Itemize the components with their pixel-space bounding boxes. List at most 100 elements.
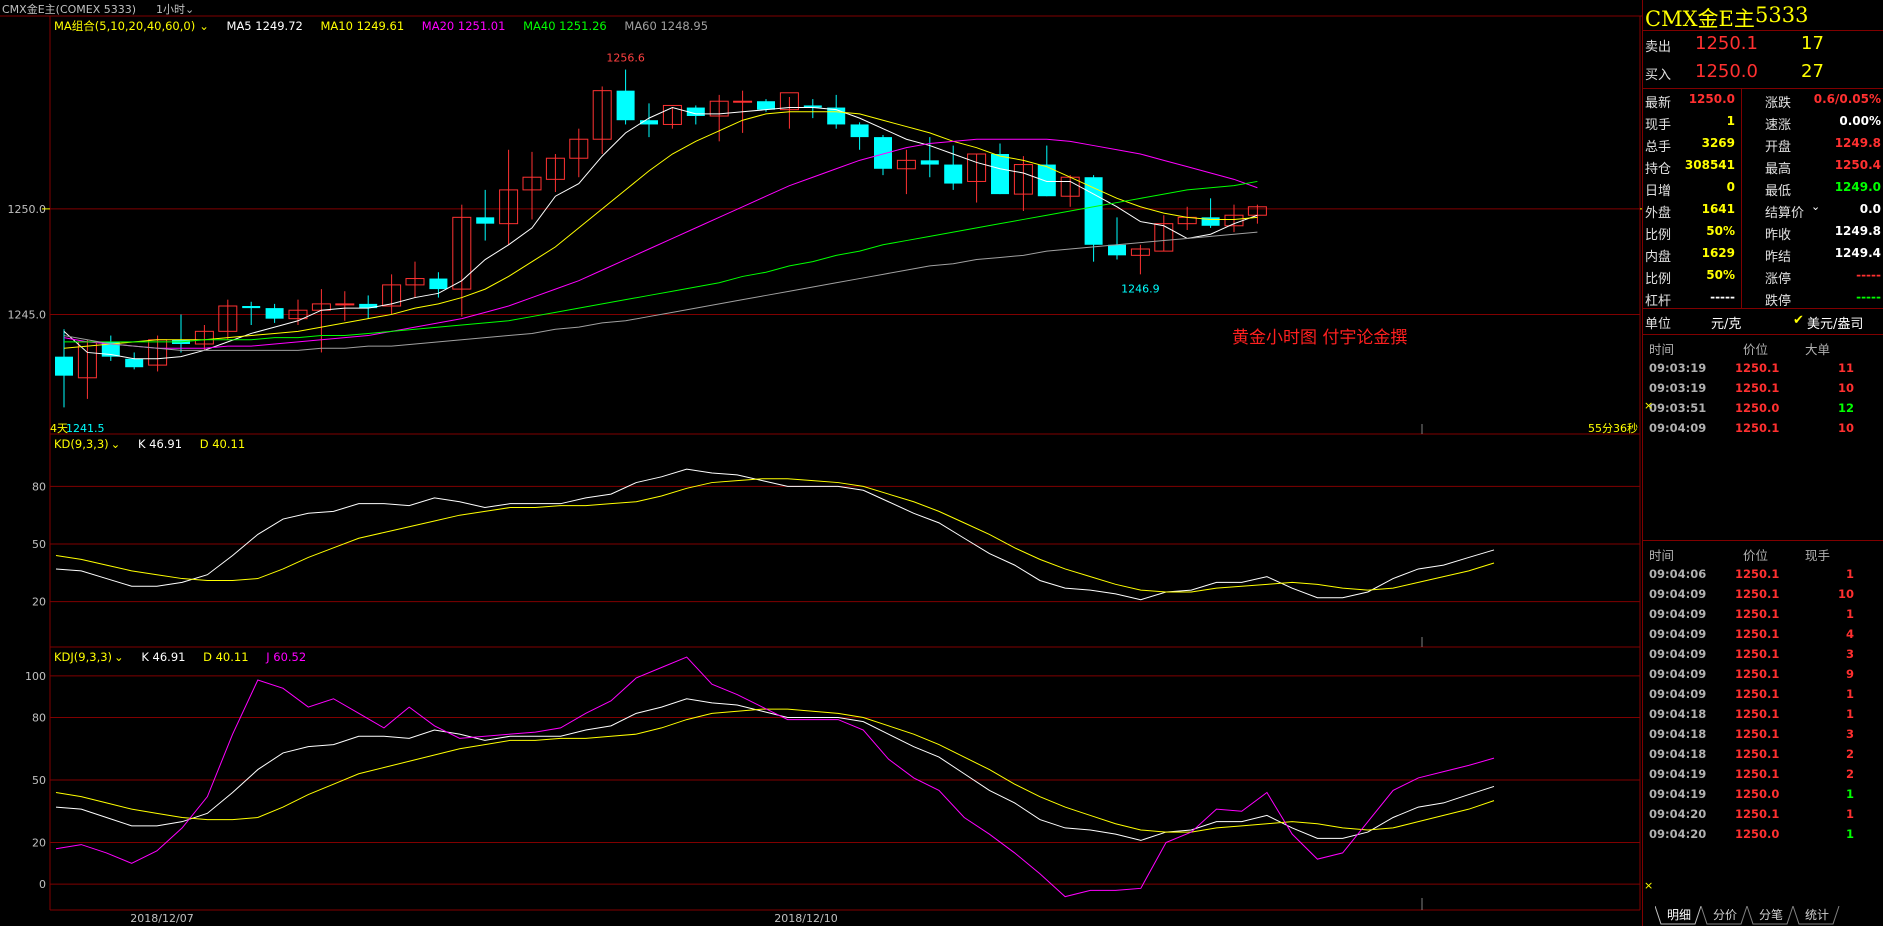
row-price: 1250.1 — [1735, 687, 1780, 701]
y-tick-label: 80 — [32, 480, 46, 493]
unit-yuan-option[interactable]: 元/克 — [1711, 313, 1741, 332]
unit-usd-option[interactable]: 美元/盎司 — [1807, 313, 1863, 332]
kd-d-value: D 40.11 — [199, 437, 246, 451]
table-row[interactable]: 09:04:19 1250.0 1 — [1643, 785, 1883, 805]
candle-down — [757, 101, 775, 110]
table-row[interactable]: 09:03:19 1250.1 10 — [1643, 379, 1883, 399]
tab-statistics[interactable]: 统计 — [1797, 906, 1837, 925]
candle-down — [874, 137, 892, 169]
stat-label: 结算价 — [1765, 206, 1805, 221]
row-volume: 1 — [1845, 687, 1854, 701]
row-time: 09:04:19 — [1649, 767, 1707, 781]
y-tick-label: 1250.0 — [8, 203, 47, 216]
row-time: 09:04:18 — [1649, 727, 1707, 741]
bid-label: 买入 — [1645, 68, 1672, 83]
y-tick-label: 1245.0 — [8, 308, 47, 321]
row-price: 1250.0 — [1735, 401, 1780, 415]
stat-value: 1249.0 — [1834, 180, 1881, 194]
table-row[interactable]: 09:04:20 1250.1 1 — [1643, 805, 1883, 825]
row-time: 09:04:19 — [1649, 787, 1707, 801]
stat-value: ----- — [1856, 268, 1881, 282]
quote-stat-row: 杠杆 ----- 跌停 ----- — [1645, 287, 1883, 309]
tab-price-distribution[interactable]: 分价 — [1705, 906, 1745, 925]
header-volume: 大单 — [1805, 342, 1831, 357]
stat-label: 最低 — [1765, 184, 1792, 199]
stat-label: 开盘 — [1765, 140, 1792, 155]
x-tick-label: 2018/12/10 — [774, 912, 837, 925]
row-time: 09:04:09 — [1649, 667, 1707, 681]
row-time: 09:03:19 — [1649, 361, 1707, 375]
table-row[interactable]: 09:04:09 1250.1 4 — [1643, 625, 1883, 645]
chevron-down-icon[interactable]: ⌄ — [199, 19, 209, 33]
row-time: 09:04:18 — [1649, 707, 1707, 721]
candle-down — [1108, 244, 1126, 256]
ma-legend: MA组合(5,10,20,40,60,0) ⌄ MA5 1249.72 MA10 … — [54, 18, 722, 34]
row-volume: 3 — [1845, 647, 1854, 661]
chevron-down-icon[interactable]: ⌄ — [1811, 200, 1820, 213]
chart-area[interactable]: 1250.0 1245.0 1256.6 1246.9 1241.54天 55分36秒 黄金… — [0, 0, 1642, 926]
quote-stat-row: 总手 3269 开盘 1249.8 — [1645, 133, 1883, 155]
kd-legend-title[interactable]: KD(9,3,3) — [54, 437, 109, 451]
table-row[interactable]: 09:04:18 1250.1 1 — [1643, 705, 1883, 725]
y-tick-label: 80 — [32, 712, 46, 725]
quote-stat-row: 持仓 308541 最高 1250.4 — [1645, 155, 1883, 177]
countdown-label: 55分36秒 — [1588, 421, 1638, 435]
stat-value: 1641 — [1701, 202, 1735, 216]
table-row[interactable]: 09:03:51 1250.0 12 — [1643, 399, 1883, 419]
kd-k-value: K 46.91 — [137, 437, 183, 451]
table-row[interactable]: 09:04:09 1250.1 1 — [1643, 685, 1883, 705]
stat-label: 现手 — [1645, 118, 1672, 133]
y-tick-label: 100 — [25, 670, 46, 683]
quote-stat-row: 现手 1 速涨 0.00% — [1645, 111, 1883, 133]
candle-down — [944, 164, 963, 184]
stat-label: 最新 — [1645, 96, 1672, 111]
table-row[interactable]: 09:04:09 1250.1 3 — [1643, 645, 1883, 665]
table-row[interactable]: 09:04:09 1250.1 10 — [1643, 585, 1883, 605]
stat-value: 1 — [1726, 114, 1735, 128]
y-tick-label: 20 — [32, 837, 46, 850]
row-volume: 1 — [1845, 567, 1854, 581]
kdj-legend: KDJ(9,3,3) ⌄ K 46.91 D 40.11 J 60.52 — [54, 650, 320, 664]
table-row[interactable]: 09:04:18 1250.1 3 — [1643, 725, 1883, 745]
header-price: 价位 — [1743, 548, 1769, 563]
period-selector[interactable]: 1小时⌄ — [156, 1, 194, 17]
stat-label: 昨收 — [1765, 228, 1792, 243]
row-price: 1250.1 — [1735, 381, 1780, 395]
table-row[interactable]: 09:04:19 1250.1 2 — [1643, 765, 1883, 785]
ma60-value: MA60 1248.95 — [624, 19, 709, 33]
tab-trades[interactable]: 分笔 — [1751, 906, 1791, 925]
stat-value: 3269 — [1701, 136, 1735, 150]
chevron-down-icon[interactable]: ⌄ — [111, 437, 121, 451]
quote-stat-row: 外盘 1641 结算价 0.0 ⌄ — [1645, 199, 1883, 221]
bid-volume: 27 — [1801, 61, 1824, 82]
cursor-marker-icon: × — [1644, 399, 1654, 412]
candle-down — [125, 358, 144, 368]
quote-stat-row: 比例 50% 昨收 1249.8 — [1645, 221, 1883, 243]
ask-row: 卖出 1250.1 17 — [1645, 33, 1883, 56]
table-row[interactable]: 09:04:09 1250.1 1 — [1643, 605, 1883, 625]
chevron-down-icon[interactable]: ⌄ — [114, 650, 124, 664]
kdj-legend-title[interactable]: KDJ(9,3,3) — [54, 650, 112, 664]
bid-row: 买入 1250.0 27 — [1645, 61, 1883, 84]
row-volume: 1 — [1845, 827, 1854, 841]
ma-legend-title[interactable]: MA组合(5,10,20,40,60,0) — [54, 19, 195, 33]
row-price: 1250.1 — [1735, 667, 1780, 681]
table-row[interactable]: 09:04:09 1250.1 10 — [1643, 419, 1883, 439]
ma40-value: MA40 1251.26 — [523, 19, 607, 33]
row-time: 09:04:06 — [1649, 567, 1707, 581]
table-row[interactable]: 09:04:18 1250.1 2 — [1643, 745, 1883, 765]
table-row[interactable]: 09:04:09 1250.1 9 — [1643, 665, 1883, 685]
stat-label: 比例 — [1645, 228, 1672, 243]
tab-details[interactable]: 明细 — [1659, 906, 1699, 925]
y-tick-label: 20 — [32, 596, 46, 609]
row-price: 1250.1 — [1735, 767, 1780, 781]
stat-value: ----- — [1710, 290, 1735, 304]
table-row[interactable]: 09:03:19 1250.1 11 — [1643, 359, 1883, 379]
table-row[interactable]: 09:04:06 1250.1 1 — [1643, 565, 1883, 585]
period-label: 1小时 — [156, 3, 185, 16]
header-volume: 现手 — [1805, 548, 1831, 563]
table-row[interactable]: 09:04:20 1250.0 1 — [1643, 825, 1883, 845]
row-time: 09:04:09 — [1649, 587, 1707, 601]
row-price: 1250.0 — [1735, 827, 1780, 841]
low-price-label: 1246.9 — [1121, 282, 1160, 295]
